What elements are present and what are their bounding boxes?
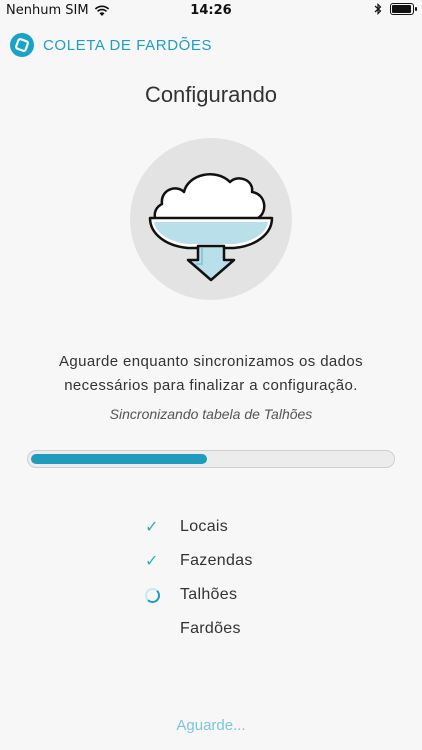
- app-header: COLETA DE FARDÕES: [10, 32, 212, 58]
- task-label: Locais: [180, 518, 229, 535]
- progress-bar: [27, 450, 395, 468]
- list-item: ✓ Locais: [140, 510, 340, 544]
- app-logo-icon: [10, 33, 34, 57]
- loading-spinner-icon: [145, 587, 160, 603]
- wait-button[interactable]: Aguarde...: [0, 717, 422, 734]
- cloud-download-icon: [148, 173, 274, 282]
- check-icon: ✓: [145, 553, 159, 570]
- description-line-2: necessários para finalizar a configuraçã…: [64, 377, 358, 394]
- task-label: Talhões: [180, 586, 238, 603]
- task-label: Fazendas: [180, 552, 253, 569]
- list-item: Talhões: [140, 578, 340, 612]
- task-label: Fardões: [180, 620, 241, 637]
- app-title: COLETA DE FARDÕES: [43, 36, 213, 54]
- description-line-1: Aguarde enquanto sincronizamos os dados: [58, 353, 364, 370]
- status-bar: Nenhum SIM 14:26: [0, 0, 422, 22]
- cloud-download-illustration: [130, 138, 292, 300]
- list-item: Fardões: [140, 612, 340, 646]
- description-text: Aguarde enquanto sincronizamos os dados …: [0, 350, 422, 398]
- list-item: ✓ Fazendas: [140, 544, 340, 578]
- status-time: 14:26: [190, 3, 232, 18]
- sync-task-list: ✓ Locais ✓ Fazendas Talhões Fardões: [140, 510, 340, 646]
- progress-bar-fill: [31, 454, 207, 464]
- sync-status-text: Sincronizando tabela de Talhões: [109, 406, 313, 422]
- bluetooth-icon: [374, 3, 382, 15]
- check-icon: ✓: [145, 519, 159, 536]
- status-icons: [374, 3, 417, 15]
- page-title: Configurando: [144, 82, 278, 107]
- battery-icon: [390, 3, 417, 15]
